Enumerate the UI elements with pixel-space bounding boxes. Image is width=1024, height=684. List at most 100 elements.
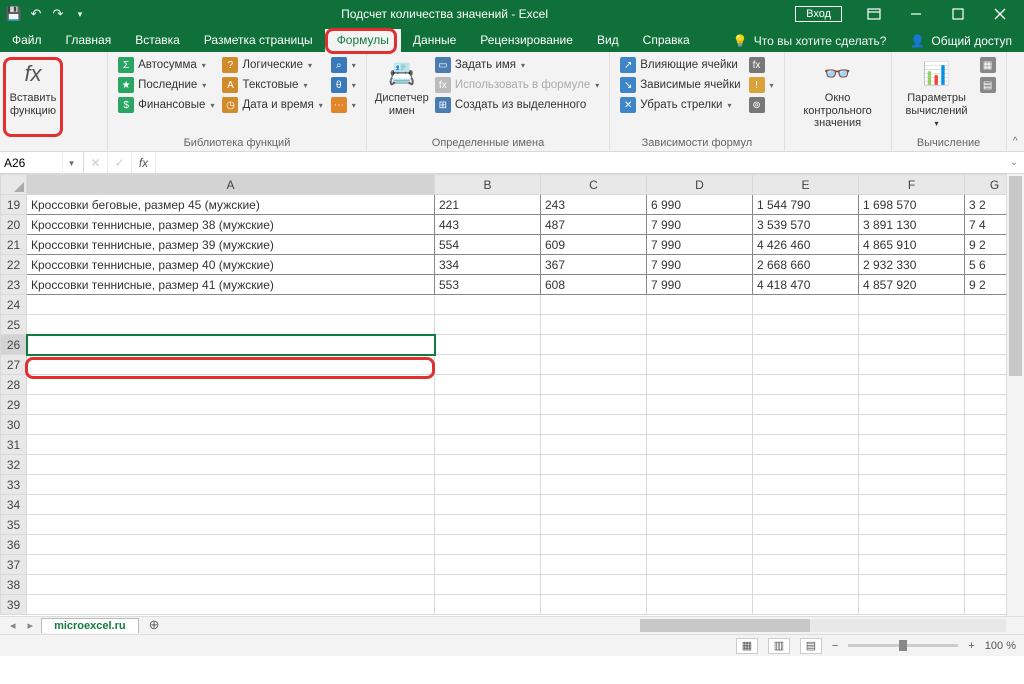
trace-precedents-button[interactable]: ↗Влияющие ячейки [618,56,742,74]
cell[interactable] [647,535,753,555]
cell[interactable] [541,415,647,435]
cell[interactable] [859,415,965,435]
tab-главная[interactable]: Главная [54,29,124,52]
cell[interactable] [859,495,965,515]
row-header[interactable]: 20 [1,215,27,235]
cell[interactable] [27,455,435,475]
cell[interactable] [435,575,541,595]
row-header[interactable]: 21 [1,235,27,255]
tab-файл[interactable]: Файл [0,29,54,52]
row-header[interactable]: 24 [1,295,27,315]
expand-formula-bar-icon[interactable]: ⌄ [1004,152,1024,173]
row-header[interactable]: 35 [1,515,27,535]
row-header[interactable]: 27 [1,355,27,375]
row-header[interactable]: 31 [1,435,27,455]
qat-dropdown-icon[interactable]: ▾ [72,6,88,22]
cell[interactable] [435,315,541,335]
cell[interactable] [753,475,859,495]
cell[interactable] [859,515,965,535]
cell[interactable] [435,495,541,515]
row-header[interactable]: 33 [1,475,27,495]
cell[interactable] [859,375,965,395]
zoom-in-icon[interactable]: + [968,640,974,652]
row-header[interactable]: 37 [1,555,27,575]
cell[interactable] [647,555,753,575]
cell[interactable] [647,455,753,475]
horizontal-scrollbar[interactable]: ◂ ▸ microexcel.ru ⊕ [0,616,1024,634]
row-header[interactable]: 32 [1,455,27,475]
tab-разметка страницы[interactable]: Разметка страницы [192,29,325,52]
cell[interactable] [647,395,753,415]
cell[interactable]: 553 [435,275,541,295]
page-break-view-icon[interactable]: ▤ [800,638,822,654]
zoom-out-icon[interactable]: − [832,640,838,652]
cell[interactable] [541,295,647,315]
cell[interactable] [753,375,859,395]
cell[interactable] [859,355,965,375]
cell[interactable] [435,355,541,375]
math-button[interactable]: θ▾ [329,76,358,94]
cell[interactable]: 334 [435,255,541,275]
column-header[interactable]: F [859,175,965,195]
name-box-input[interactable] [0,156,62,170]
cell[interactable]: 2 932 330 [859,255,965,275]
minimize-icon[interactable] [896,0,936,28]
cell[interactable] [753,515,859,535]
name-box-dropdown-icon[interactable]: ▾ [62,152,80,174]
autosum-button[interactable]: ΣАвтосумма▾ [116,56,216,74]
tab-справка[interactable]: Справка [631,29,702,52]
cell[interactable] [647,595,753,615]
cell[interactable]: 4 426 460 [753,235,859,255]
cell[interactable] [541,335,647,355]
cell[interactable]: 7 990 [647,255,753,275]
create-from-selection-button[interactable]: ⊞Создать из выделенного [433,96,601,114]
select-all-button[interactable] [1,175,27,195]
cell[interactable] [27,475,435,495]
cell[interactable] [27,355,435,375]
formula-input[interactable] [156,152,1004,173]
row-header[interactable]: 25 [1,315,27,335]
cell[interactable]: 443 [435,215,541,235]
tab-вид[interactable]: Вид [585,29,631,52]
row-header[interactable]: 23 [1,275,27,295]
cell[interactable] [753,535,859,555]
cell[interactable]: Кроссовки беговые, размер 45 (мужские) [27,195,435,215]
cell[interactable] [27,375,435,395]
remove-arrows-button[interactable]: ✕Убрать стрелки▾ [618,96,742,114]
cell[interactable] [753,575,859,595]
cell[interactable]: 4 857 920 [859,275,965,295]
logical-button[interactable]: ?Логические▾ [220,56,324,74]
cell[interactable] [27,315,435,335]
cell[interactable] [753,335,859,355]
zoom-slider[interactable] [848,644,958,647]
cell[interactable] [435,295,541,315]
cell[interactable] [541,555,647,575]
column-header[interactable]: D [647,175,753,195]
cell[interactable] [27,535,435,555]
cell[interactable] [859,395,965,415]
cell[interactable] [435,435,541,455]
cell[interactable] [859,595,965,615]
show-formulas-button[interactable]: fx [747,56,776,74]
cell[interactable] [753,455,859,475]
cell[interactable] [753,435,859,455]
worksheet-grid[interactable]: A B C D E F G 19Кроссовки беговые, разме… [0,174,1024,634]
cell[interactable] [647,355,753,375]
trace-dependents-button[interactable]: ↘Зависимые ячейки [618,76,742,94]
cell[interactable]: Кроссовки теннисные, размер 41 (мужские) [27,275,435,295]
financial-button[interactable]: $Финансовые▾ [116,96,216,114]
column-header[interactable]: B [435,175,541,195]
add-sheet-icon[interactable]: ⊕ [143,617,166,633]
tab-данные[interactable]: Данные [401,29,468,52]
redo-icon[interactable]: ↷ [50,6,66,22]
cell[interactable] [859,535,965,555]
cell[interactable] [647,435,753,455]
cell[interactable] [435,535,541,555]
cell[interactable] [27,435,435,455]
cell[interactable] [647,415,753,435]
sheet-nav-prev-icon[interactable]: ◂ [6,619,20,632]
cell[interactable] [753,595,859,615]
cell[interactable]: 1 698 570 [859,195,965,215]
cell[interactable] [859,555,965,575]
tell-me[interactable]: 💡 Что вы хотите сделать? [721,30,899,52]
